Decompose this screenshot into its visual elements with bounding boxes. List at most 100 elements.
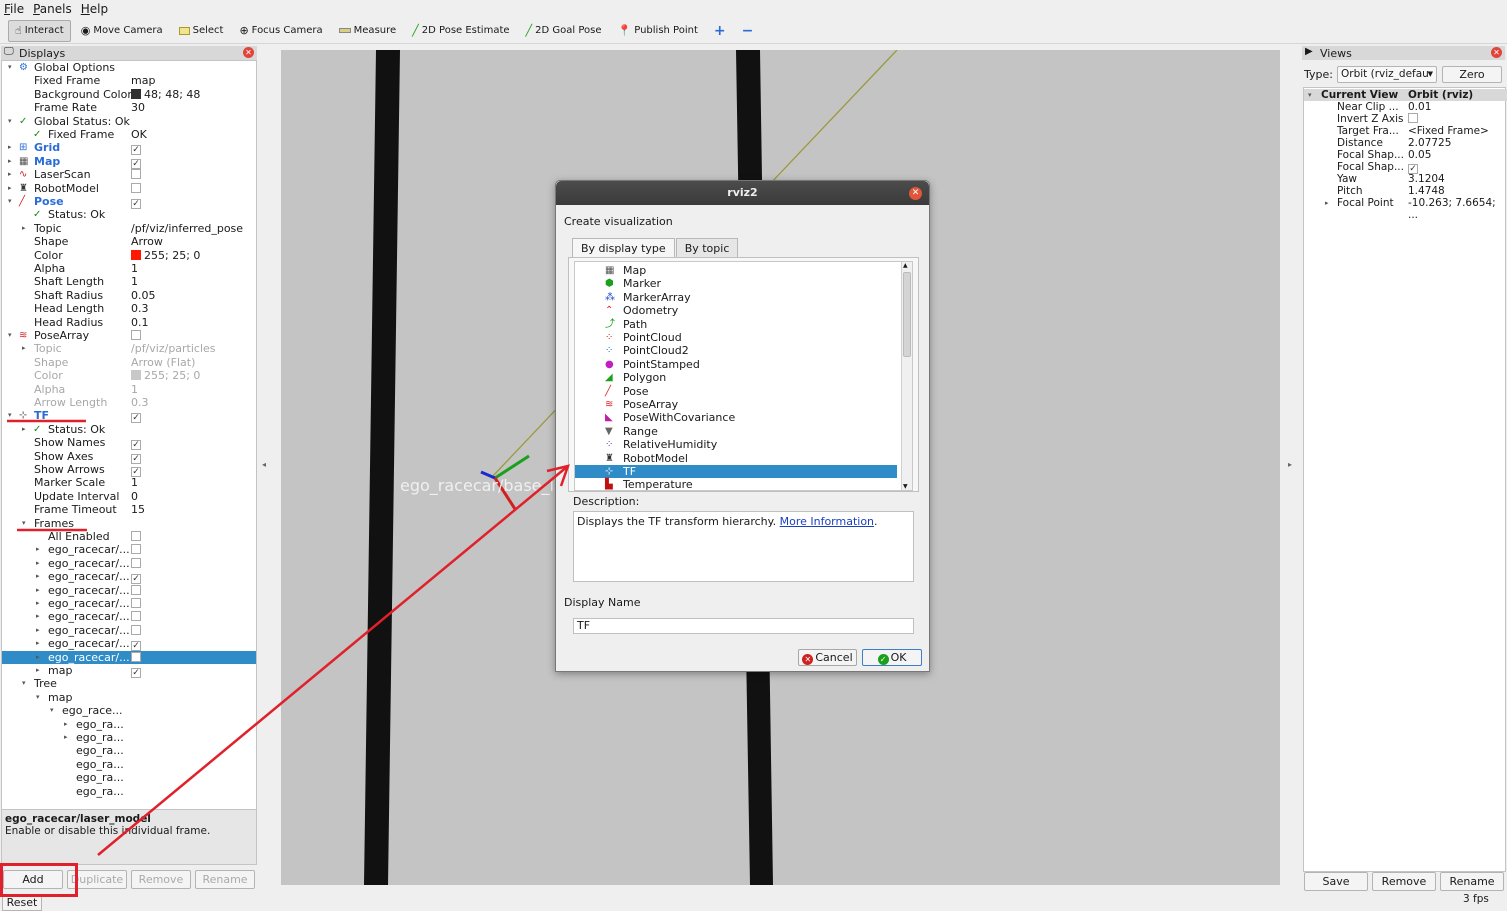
- property-row[interactable]: Frame Rate 30: [2, 101, 256, 114]
- cancel-button[interactable]: ✕ Cancel: [798, 649, 857, 666]
- property-row[interactable]: ▸ ego_racecar/... ✓: [2, 570, 256, 585]
- display-type-list[interactable]: ▦ Map ⬢ Marker ⁂ MarkerArray ⌃ Odometry ⤴ Path ⁘ Po…: [574, 261, 913, 491]
- view-property-row[interactable]: Yaw 3.1204: [1304, 173, 1507, 185]
- zero-button[interactable]: Zero: [1441, 65, 1502, 83]
- chevron-right-icon[interactable]: ▸: [36, 637, 40, 650]
- row-value[interactable]: ✓: [131, 195, 141, 209]
- row-value[interactable]: [131, 610, 141, 623]
- checkbox[interactable]: [131, 330, 141, 340]
- rename-display-button[interactable]: Rename: [195, 870, 255, 889]
- property-row[interactable]: ego_ra...: [2, 744, 256, 757]
- property-row[interactable]: ▸ ego_ra...: [2, 718, 256, 731]
- display-item[interactable]: ▸ ∿ LaserScan: [2, 168, 256, 181]
- tab-by-display-type[interactable]: By display type: [572, 238, 675, 259]
- list-scrollbar[interactable]: ▲ ▼: [901, 262, 912, 490]
- chevron-down-icon[interactable]: ▾: [22, 517, 26, 530]
- property-row[interactable]: ▸ ✓ Status: Ok: [2, 423, 256, 436]
- property-row[interactable]: ▸ ego_ra...: [2, 731, 256, 744]
- display-item[interactable]: ▾ ✓ Global Status: Ok: [2, 115, 256, 128]
- property-row[interactable]: ego_ra...: [2, 771, 256, 784]
- checkbox[interactable]: [131, 544, 141, 555]
- tab-by-topic[interactable]: By topic: [675, 238, 739, 258]
- property-row[interactable]: ▸ ego_racecar/...: [2, 624, 256, 637]
- save-view-button[interactable]: Save: [1304, 872, 1368, 891]
- chevron-right-icon[interactable]: ▸: [22, 222, 26, 235]
- chevron-right-icon[interactable]: ▸: [36, 543, 40, 556]
- display-type-item[interactable]: ◣ PoseWithCovariance: [575, 411, 897, 424]
- chevron-right-icon[interactable]: ▸: [1325, 197, 1329, 209]
- display-type-item[interactable]: ● PointStamped: [575, 358, 897, 371]
- chevron-right-icon[interactable]: ▸: [22, 342, 26, 355]
- chevron-right-icon[interactable]: ▸: [8, 141, 12, 154]
- display-item[interactable]: ▾ ⚙ Global Options: [2, 61, 256, 74]
- chevron-down-icon[interactable]: ▾: [8, 195, 12, 208]
- property-row[interactable]: Alpha 1: [2, 383, 256, 396]
- more-information-link[interactable]: More Information: [780, 515, 874, 528]
- chevron-right-icon[interactable]: ▸: [22, 423, 26, 436]
- checkbox[interactable]: [131, 531, 141, 541]
- display-type-item[interactable]: ⁘ PointCloud2: [575, 344, 897, 357]
- row-value[interactable]: [131, 168, 141, 181]
- display-type-item[interactable]: ⁘ PointCloud: [575, 331, 897, 344]
- display-item[interactable]: ▾ ≋ PoseArray: [2, 329, 256, 342]
- display-item[interactable]: ▾ ╱ Pose ✓: [2, 195, 256, 209]
- display-type-item[interactable]: ⬢ Marker: [575, 277, 897, 290]
- row-value[interactable]: [131, 584, 141, 597]
- close-icon[interactable]: ✕: [909, 187, 922, 200]
- row-value[interactable]: [131, 182, 141, 195]
- property-row[interactable]: ▾ Frames: [2, 517, 256, 530]
- chevron-right-icon[interactable]: ▸: [36, 597, 40, 610]
- property-row[interactable]: Shaft Radius 0.05: [2, 289, 256, 302]
- tool-interact[interactable]: ☝ Interact: [8, 19, 71, 42]
- property-row[interactable]: Shape Arrow (Flat): [2, 356, 256, 369]
- property-row[interactable]: Show Axes ✓: [2, 450, 256, 464]
- close-icon[interactable]: ✕: [243, 47, 254, 58]
- row-value[interactable]: [131, 597, 141, 610]
- chevron-down-icon[interactable]: ▾: [50, 704, 54, 717]
- property-row[interactable]: ▸ ego_racecar/...: [2, 597, 256, 610]
- view-property-row[interactable]: Target Fra... <Fixed Frame>: [1304, 125, 1507, 137]
- checkbox[interactable]: [1408, 113, 1418, 123]
- property-row[interactable]: ▸ ego_racecar/...: [2, 557, 256, 570]
- display-item[interactable]: ▸ ♜ RobotModel: [2, 182, 256, 195]
- checkbox[interactable]: [131, 169, 141, 180]
- view-property-row[interactable]: Distance 2.07725: [1304, 137, 1507, 149]
- tool-publish-point[interactable]: 📍 Publish Point: [612, 20, 704, 42]
- display-type-item[interactable]: ▦ Map: [575, 264, 897, 277]
- chevron-right-icon[interactable]: ▸: [8, 155, 12, 168]
- property-row[interactable]: Marker Scale 1: [2, 476, 256, 489]
- display-item[interactable]: ▾ ⊹ TF ✓: [2, 409, 256, 424]
- display-type-item[interactable]: ◢ Polygon: [575, 371, 897, 384]
- property-row[interactable]: ▾ ego_race...: [2, 704, 256, 717]
- chevron-right-icon[interactable]: ▸: [36, 651, 40, 664]
- property-row[interactable]: All Enabled: [2, 530, 256, 543]
- remove-view-button[interactable]: Remove: [1372, 872, 1436, 891]
- row-value[interactable]: ✓: [131, 141, 141, 156]
- current-view-header[interactable]: ▾ Current View Orbit (rviz): [1304, 89, 1507, 101]
- property-row[interactable]: Color 255; 25; 0: [2, 249, 256, 262]
- ok-button[interactable]: ✓ OK: [862, 649, 922, 666]
- property-row[interactable]: Show Arrows ✓: [2, 463, 256, 477]
- property-row[interactable]: ✓ Status: Ok: [2, 208, 256, 221]
- scroll-up-icon[interactable]: ▲: [903, 262, 908, 269]
- property-row[interactable]: ▸ Topic/pf/viz/particles: [2, 342, 256, 355]
- view-property-row[interactable]: ▸ Focal Point -10.263; 7.6654; ...: [1304, 197, 1507, 221]
- chevron-right-icon[interactable]: ▸: [8, 168, 12, 181]
- checkbox[interactable]: [131, 598, 141, 608]
- property-row[interactable]: Background Color 48; 48; 48: [2, 88, 256, 101]
- row-value[interactable]: ✓: [131, 450, 141, 464]
- checkbox[interactable]: [131, 557, 141, 568]
- row-value[interactable]: ✓: [131, 409, 141, 424]
- property-row[interactable]: ego_ra...: [2, 758, 256, 771]
- tool-2d-pose-estimate[interactable]: ╱ 2D Pose Estimate: [406, 20, 515, 42]
- chevron-right-icon[interactable]: ▸: [64, 731, 68, 744]
- views-tree[interactable]: ▾ Current View Orbit (rviz) Near Clip ..…: [1303, 87, 1507, 872]
- display-type-item[interactable]: ≋ PoseArray: [575, 398, 897, 411]
- displays-tree[interactable]: ▾ ⚙ Global Options Fixed Frame map Background…: [1, 60, 257, 853]
- display-item[interactable]: ▸ ⊞ Grid ✓: [2, 141, 256, 156]
- display-type-item[interactable]: ▙ Temperature: [575, 478, 897, 490]
- checkbox[interactable]: [131, 182, 141, 193]
- row-value[interactable]: ✓: [131, 463, 141, 477]
- chevron-right-icon[interactable]: ▸: [36, 610, 40, 623]
- property-row[interactable]: ▸ ego_racecar/...: [2, 650, 256, 664]
